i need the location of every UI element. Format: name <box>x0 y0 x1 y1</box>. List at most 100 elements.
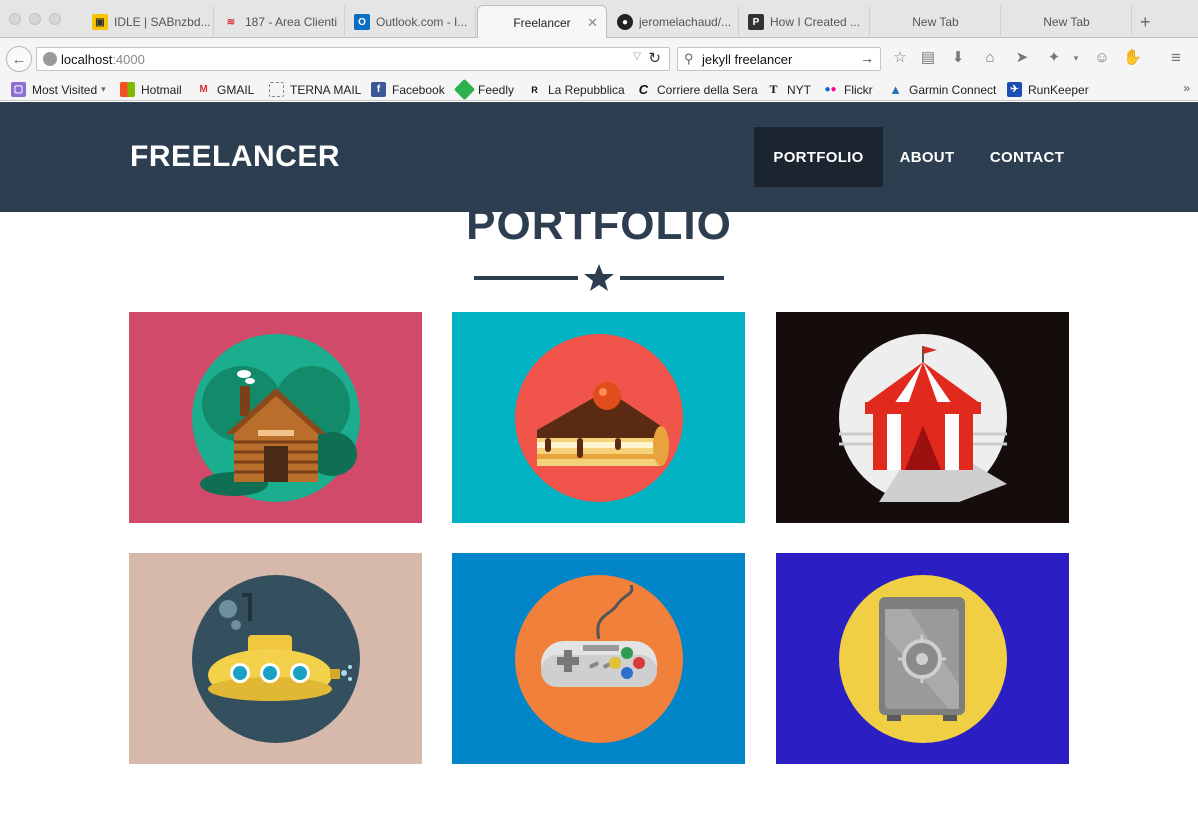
outlook-icon: O <box>354 14 370 30</box>
tab-new-2[interactable]: New Tab <box>1002 6 1132 38</box>
bookmark-runkeeper[interactable]: ✈ RunKeeper <box>1007 81 1089 98</box>
gmail-icon: M <box>199 84 208 95</box>
feedly-icon <box>453 78 476 101</box>
nyt-icon: T <box>769 82 778 96</box>
tab-sabnzbd[interactable]: ▣ IDLE | SABnzbd... <box>84 6 214 38</box>
bookmark-label: GMAIL <box>217 82 255 97</box>
bookmark-garmin[interactable]: ▲ Garmin Connect <box>888 81 996 98</box>
cake-icon <box>514 333 683 502</box>
nav-portfolio[interactable]: PORTFOLIO <box>754 127 883 187</box>
circus-tent-icon <box>838 333 1007 502</box>
reload-icon[interactable]: ↻ <box>648 49 661 67</box>
page-icon <box>269 82 284 97</box>
portfolio-item-cabin[interactable] <box>129 312 422 523</box>
tab-how-i-created[interactable]: P How I Created ... <box>740 6 870 38</box>
tab-freelancer[interactable]: Freelancer ✕ <box>477 5 607 39</box>
search-go-arrow-icon[interactable]: → <box>860 50 874 66</box>
tab-outlook[interactable]: O Outlook.com - I... <box>346 6 476 38</box>
bookmark-corriere[interactable]: C Corriere della Sera <box>636 81 758 98</box>
game-controller-icon <box>514 574 683 743</box>
star-divider <box>474 264 724 291</box>
tab-new-1[interactable]: New Tab <box>871 6 1001 38</box>
bookmark-flickr[interactable]: ● ● Flickr <box>823 81 873 98</box>
bookmark-label: La Repubblica <box>548 82 625 97</box>
globe-icon <box>43 52 57 66</box>
bookmark-gmail[interactable]: M GMAIL <box>196 81 254 98</box>
tab-label: New Tab <box>912 15 959 29</box>
tab-area-clienti[interactable]: ≋ 187 - Area Clienti <box>215 6 345 38</box>
tab-label: Freelancer <box>513 15 571 30</box>
chevron-down-icon: ▾ <box>101 84 106 94</box>
submarine-icon <box>191 574 360 743</box>
windows-icon <box>120 82 135 97</box>
navigation-toolbar: ← localhost:4000 ▽ ↻ ⚲ jekyll freelancer… <box>0 38 1198 78</box>
tab-label: jeromelachaud/... <box>639 15 732 29</box>
bookmark-nyt[interactable]: T NYT <box>766 81 811 98</box>
bookmark-facebook[interactable]: f Facebook <box>371 81 445 98</box>
new-tab-plus-icon[interactable]: + <box>1140 12 1151 33</box>
portfolio-item-submarine[interactable] <box>129 553 422 764</box>
bookmark-la-repubblica[interactable]: R La Repubblica <box>527 81 625 98</box>
p-icon: P <box>748 14 764 30</box>
nav-about[interactable]: ABOUT <box>883 127 971 187</box>
adblock-icon[interactable]: ✋ <box>1123 49 1142 67</box>
bookmark-label: Garmin Connect <box>909 82 997 97</box>
tab-label: New Tab <box>1043 15 1090 29</box>
portfolio-item-cake[interactable] <box>452 312 745 523</box>
bookmark-label: Flickr <box>844 82 873 97</box>
divider-line-left <box>474 276 578 280</box>
cabin-icon <box>191 333 360 502</box>
tab-label: How I Created ... <box>770 15 861 29</box>
bookmark-label: Corriere della Sera <box>657 82 758 97</box>
url-host: localhost <box>61 51 113 67</box>
site-brand[interactable]: FREELANCER <box>130 140 340 174</box>
send-icon[interactable]: ➤ <box>1013 49 1031 67</box>
back-arrow-icon[interactable]: ← <box>6 46 32 72</box>
nav-contact[interactable]: CONTACT <box>971 127 1083 187</box>
portfolio-item-safe[interactable] <box>776 553 1069 764</box>
flickr-icon: ● ● <box>824 84 837 95</box>
site-header: FREELANCER PORTFOLIO ABOUT CONTACT <box>0 102 1198 212</box>
minimize-window-button[interactable] <box>29 13 41 25</box>
search-bar[interactable]: ⚲ jekyll freelancer → <box>677 47 881 71</box>
tab-strip: ▣ IDLE | SABnzbd... ≋ 187 - Area Clienti… <box>0 0 1198 39</box>
search-input[interactable]: jekyll freelancer <box>702 52 792 67</box>
github-icon: ● <box>617 14 633 30</box>
portfolio-item-controller[interactable] <box>452 553 745 764</box>
bookmark-star-icon[interactable]: ☆ <box>891 49 909 67</box>
chevron-down-icon[interactable]: ▾ <box>1067 49 1085 67</box>
repubblica-icon: R <box>531 84 538 95</box>
star-icon <box>584 264 614 291</box>
bookmark-feedly[interactable]: Feedly <box>453 78 514 101</box>
download-icon[interactable]: ⬇ <box>949 49 967 67</box>
zoom-window-button[interactable] <box>49 13 61 25</box>
waves-icon: ≋ <box>226 16 236 28</box>
garmin-triangle-icon: ▲ <box>889 82 902 97</box>
url-bar[interactable]: localhost:4000 ▽ ↻ <box>36 47 670 71</box>
bookmark-most-visited[interactable]: ▢ Most Visited ▾ <box>11 81 106 98</box>
menu-hamburger-icon[interactable]: ≡ <box>1167 49 1185 67</box>
runner-icon: ✈ <box>1007 82 1022 97</box>
close-tab-icon[interactable]: ✕ <box>587 15 598 31</box>
tab-label: Outlook.com - I... <box>376 15 468 29</box>
extension-icon[interactable]: ✦ <box>1045 49 1063 67</box>
tab-github[interactable]: ● jeromelachaud/... <box>609 6 739 38</box>
search-icon: ⚲ <box>684 51 694 66</box>
chat-icon[interactable]: ☺ <box>1093 49 1111 67</box>
reading-list-icon[interactable]: ▤ <box>919 49 937 67</box>
portfolio-item-circus[interactable] <box>776 312 1069 523</box>
bookmarks-overflow-chevron-icon[interactable]: » <box>1183 81 1190 95</box>
corriere-icon: C <box>638 82 649 97</box>
folder-icon: ▢ <box>11 82 26 97</box>
close-window-button[interactable] <box>9 13 21 25</box>
bookmark-terna-mail[interactable]: TERNA MAIL <box>269 81 361 98</box>
bookmark-label: Hotmail <box>141 82 182 97</box>
divider-line-right <box>620 276 724 280</box>
sabnzbd-icon: ▣ <box>92 14 108 30</box>
bookmark-label: Facebook <box>392 82 445 97</box>
bookmark-hotmail[interactable]: Hotmail <box>120 81 182 98</box>
history-dropdown-icon[interactable]: ▽ <box>633 51 641 62</box>
facebook-icon: f <box>371 82 386 97</box>
tab-label: IDLE | SABnzbd... <box>114 15 211 29</box>
home-icon[interactable]: ⌂ <box>981 49 999 67</box>
